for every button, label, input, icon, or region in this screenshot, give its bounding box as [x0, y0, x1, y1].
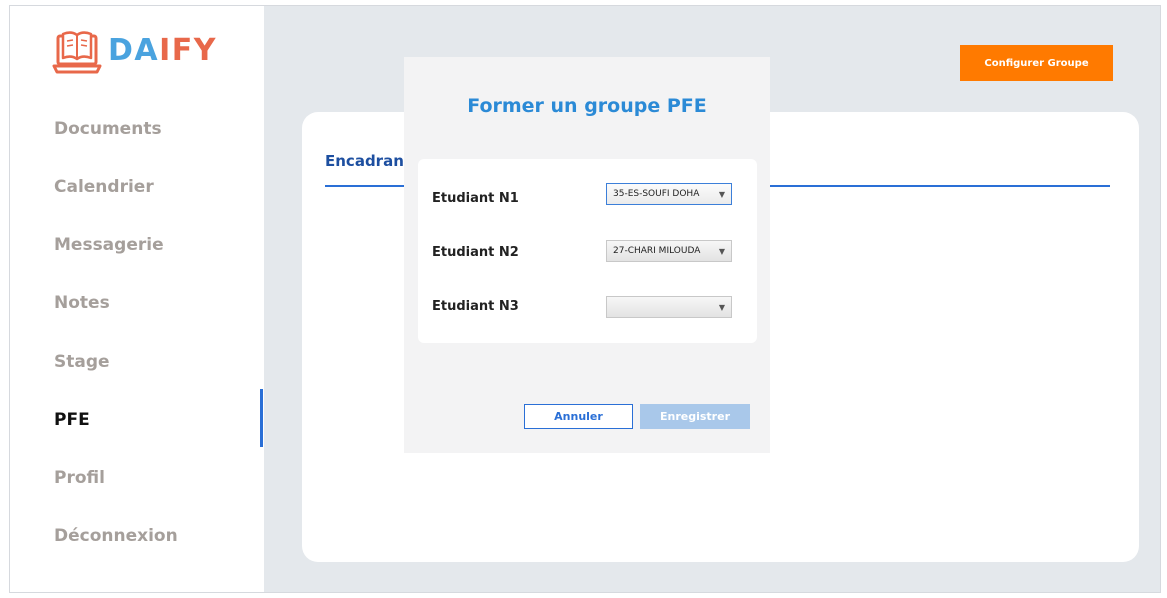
active-nav-indicator	[260, 389, 263, 447]
student-selection-panel: Etudiant N1 35-ES-SOUFI DOHA ▼ Etudiant …	[418, 159, 757, 343]
sidebar-item-notes[interactable]: Notes	[54, 293, 110, 313]
save-button[interactable]: Enregistrer	[640, 404, 750, 429]
student-1-label: Etudiant N1	[432, 191, 519, 206]
student-3-label: Etudiant N3	[432, 299, 519, 314]
brand-name-part2: IFY	[159, 33, 218, 68]
student-1-value: 35-ES-SOUFI DOHA	[613, 189, 700, 199]
chevron-down-icon: ▼	[718, 246, 726, 256]
student-2-select[interactable]: 27-CHARI MILOUDA ▼	[606, 240, 732, 262]
student-3-select[interactable]: ▼	[606, 296, 732, 318]
sidebar-item-calendrier[interactable]: Calendrier	[54, 177, 154, 197]
sidebar-item-stage[interactable]: Stage	[54, 352, 110, 372]
sidebar-item-messagerie[interactable]: Messagerie	[54, 235, 164, 255]
sidebar-item-pfe[interactable]: PFE	[54, 410, 90, 430]
dialog-title: Former un groupe PFE	[467, 95, 707, 117]
brand-name-part1: DA	[108, 33, 160, 68]
student-1-select[interactable]: 35-ES-SOUFI DOHA ▼	[606, 183, 732, 205]
cancel-button[interactable]: Annuler	[524, 404, 633, 429]
app-window: DAIFY Documents Calendrier Messagerie No…	[9, 5, 1161, 593]
sidebar: DAIFY Documents Calendrier Messagerie No…	[10, 6, 264, 592]
student-2-value: 27-CHARI MILOUDA	[613, 246, 701, 256]
sidebar-item-profil[interactable]: Profil	[54, 468, 105, 488]
card-title: Encadrant	[325, 152, 412, 170]
configure-group-button[interactable]: Configurer Groupe	[960, 45, 1113, 81]
sidebar-item-documents[interactable]: Documents	[54, 119, 162, 139]
brand-name: DAIFY	[108, 36, 217, 66]
chevron-down-icon: ▼	[718, 189, 726, 199]
laptop-book-icon	[52, 31, 102, 74]
student-2-label: Etudiant N2	[432, 245, 519, 260]
chevron-down-icon: ▼	[718, 302, 726, 312]
sidebar-item-deconnexion[interactable]: Déconnexion	[54, 526, 178, 546]
logo: DAIFY	[52, 26, 217, 76]
form-group-dialog: Former un groupe PFE Etudiant N1 35-ES-S…	[404, 57, 770, 453]
